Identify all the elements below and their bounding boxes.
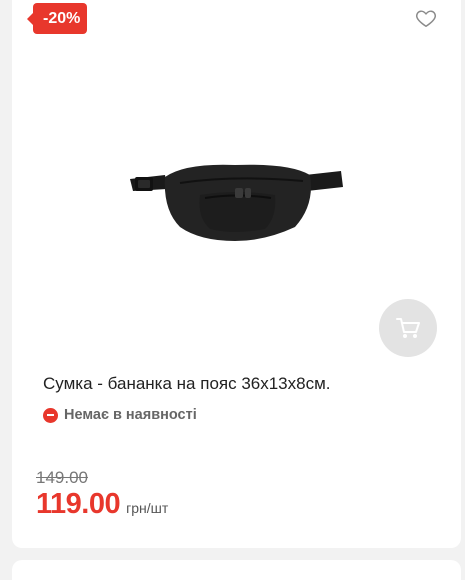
next-product-card [12,560,461,580]
price-unit: грн/шт [126,500,169,516]
price-row: 119.00 грн/шт [36,488,168,521]
old-price: 149.00 [36,468,88,487]
discount-badge: -20% [26,3,88,34]
add-to-cart-button[interactable] [379,299,437,357]
cart-icon [396,318,420,338]
product-title[interactable]: Сумка - бананка на пояс 36х13х8см. [43,374,331,394]
availability-text: Немає в наявності [64,407,197,423]
current-price: 119.00 [36,488,121,520]
product-card[interactable] [12,0,461,548]
product-image[interactable] [125,155,345,250]
availability-status: Немає в наявності [43,407,197,423]
favorite-heart-icon[interactable] [415,7,437,29]
minus-circle-icon [43,407,58,423]
